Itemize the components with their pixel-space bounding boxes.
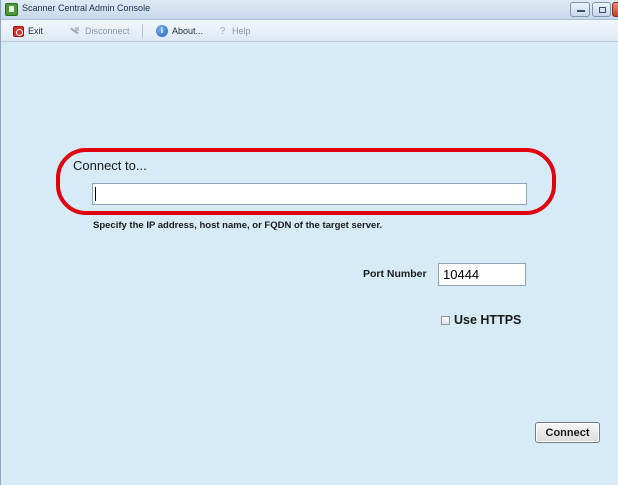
help-button[interactable]: ? Help bbox=[217, 24, 251, 38]
info-icon: i bbox=[156, 25, 168, 37]
scanner-app-icon bbox=[5, 3, 18, 16]
host-hint-text: Specify the IP address, host name, or FQ… bbox=[93, 220, 383, 231]
maximize-icon bbox=[599, 7, 606, 13]
connect-button[interactable]: Connect bbox=[535, 422, 600, 443]
title-bar: Scanner Central Admin Console bbox=[1, 0, 618, 20]
maximize-button[interactable] bbox=[592, 2, 611, 17]
host-input[interactable] bbox=[92, 183, 527, 205]
toolbar-separator bbox=[142, 24, 143, 38]
exit-button[interactable]: Exit bbox=[13, 24, 43, 38]
minimize-icon bbox=[577, 10, 585, 12]
about-label: About... bbox=[172, 26, 204, 36]
connect-to-label: Connect to... bbox=[73, 158, 147, 173]
exit-label: Exit bbox=[28, 26, 44, 36]
use-https-label[interactable]: Use HTTPS bbox=[454, 313, 521, 327]
exit-icon bbox=[13, 25, 24, 37]
port-number-label: Port Number bbox=[363, 268, 427, 280]
minimize-button[interactable] bbox=[570, 2, 590, 17]
disconnect-button[interactable]: Disconnect bbox=[69, 24, 130, 38]
about-button[interactable]: i About... bbox=[156, 24, 203, 38]
app-window: Scanner Central Admin Console Exit Disco… bbox=[0, 0, 618, 485]
disconnect-icon bbox=[69, 26, 81, 36]
help-label: Help bbox=[232, 26, 251, 36]
port-number-input[interactable] bbox=[438, 263, 526, 286]
use-https-checkbox[interactable] bbox=[441, 316, 450, 325]
disconnect-label: Disconnect bbox=[85, 26, 130, 36]
close-button[interactable] bbox=[612, 2, 618, 17]
window-title: Scanner Central Admin Console bbox=[22, 3, 151, 13]
text-caret bbox=[95, 187, 96, 201]
help-icon: ? bbox=[219, 25, 226, 37]
toolbar: Exit Disconnect i About... ? Help bbox=[1, 20, 618, 42]
